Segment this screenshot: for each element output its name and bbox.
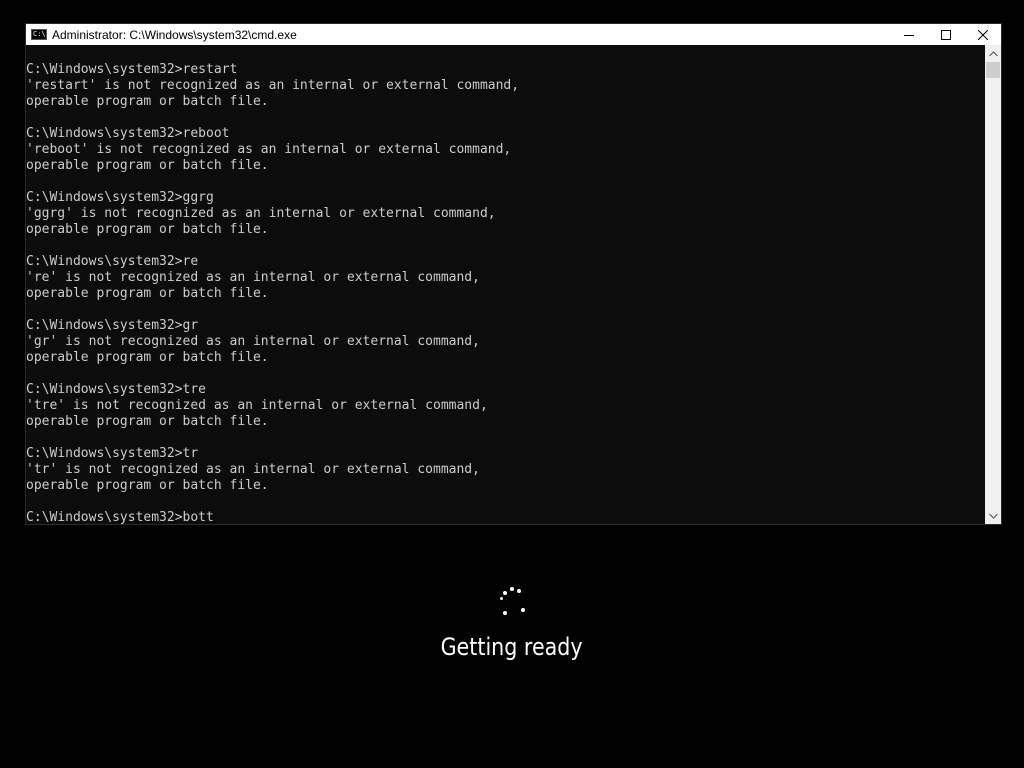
minimize-icon bbox=[903, 34, 914, 36]
console-line: C:\Windows\system32>tr bbox=[26, 446, 199, 461]
console-line: 're' is not recognized as an internal or… bbox=[26, 270, 480, 285]
getting-ready-screen: Getting ready bbox=[0, 580, 1024, 661]
cmd-app-icon[interactable]: C:\ bbox=[31, 29, 47, 40]
console-output[interactable]: C:\Windows\system32>restart'restart' is … bbox=[26, 45, 986, 524]
console-line: operable program or batch file. bbox=[26, 222, 269, 237]
scroll-down-button[interactable] bbox=[985, 507, 1001, 524]
close-icon bbox=[977, 29, 988, 40]
console-line: C:\Windows\system32>reboot bbox=[26, 126, 230, 141]
console-line: 'tre' is not recognized as an internal o… bbox=[26, 398, 488, 413]
close-button[interactable] bbox=[964, 24, 1001, 45]
console-line: operable program or batch file. bbox=[26, 286, 269, 301]
spinner-dot bbox=[500, 597, 503, 600]
console-line: 'ggrg' is not recognized as an internal … bbox=[26, 206, 496, 221]
spinner-dot bbox=[517, 589, 521, 593]
title-bar[interactable]: C:\ Administrator: C:\Windows\system32\c… bbox=[26, 24, 1001, 45]
console-line: operable program or batch file. bbox=[26, 414, 269, 429]
console-line: C:\Windows\system32>ggrg bbox=[26, 190, 214, 205]
console-line: 'tr' is not recognized as an internal or… bbox=[26, 462, 480, 477]
chevron-down-icon bbox=[988, 513, 998, 519]
console-line: 'reboot' is not recognized as an interna… bbox=[26, 142, 512, 157]
console-line: 'restart' is not recognized as an intern… bbox=[26, 78, 520, 93]
spinner-dot bbox=[503, 591, 507, 595]
console-lines: C:\Windows\system32>restart'restart' is … bbox=[26, 62, 519, 524]
chevron-up-icon bbox=[988, 50, 998, 56]
loading-spinner-icon bbox=[492, 580, 532, 620]
console-line: C:\Windows\system32>re bbox=[26, 254, 199, 269]
cmd-window[interactable]: C:\ Administrator: C:\Windows\system32\c… bbox=[25, 23, 1002, 525]
console-line: C:\Windows\system32>gr bbox=[26, 318, 199, 333]
console-line: operable program or batch file. bbox=[26, 158, 269, 173]
window-controls bbox=[890, 24, 1001, 45]
scroll-up-button[interactable] bbox=[985, 45, 1001, 62]
status-text: Getting ready bbox=[440, 633, 584, 661]
console-line: C:\Windows\system32>restart bbox=[26, 62, 238, 77]
window-title: Administrator: C:\Windows\system32\cmd.e… bbox=[52, 27, 297, 42]
console-line: operable program or batch file. bbox=[26, 478, 269, 493]
vertical-scrollbar[interactable] bbox=[985, 45, 1001, 524]
minimize-button[interactable] bbox=[890, 24, 927, 45]
console-line: operable program or batch file. bbox=[26, 350, 269, 365]
scroll-thumb[interactable] bbox=[986, 62, 1000, 78]
console-line: operable program or batch file. bbox=[26, 94, 269, 109]
console-line: 'gr' is not recognized as an internal or… bbox=[26, 334, 480, 349]
spinner-dot bbox=[521, 608, 525, 612]
spinner-dot bbox=[503, 611, 507, 615]
console-line: C:\Windows\system32>bott bbox=[26, 510, 214, 524]
maximize-icon bbox=[940, 29, 951, 40]
console-line: C:\Windows\system32>tre bbox=[26, 382, 207, 397]
maximize-button[interactable] bbox=[927, 24, 964, 45]
spinner-dot bbox=[510, 587, 514, 591]
